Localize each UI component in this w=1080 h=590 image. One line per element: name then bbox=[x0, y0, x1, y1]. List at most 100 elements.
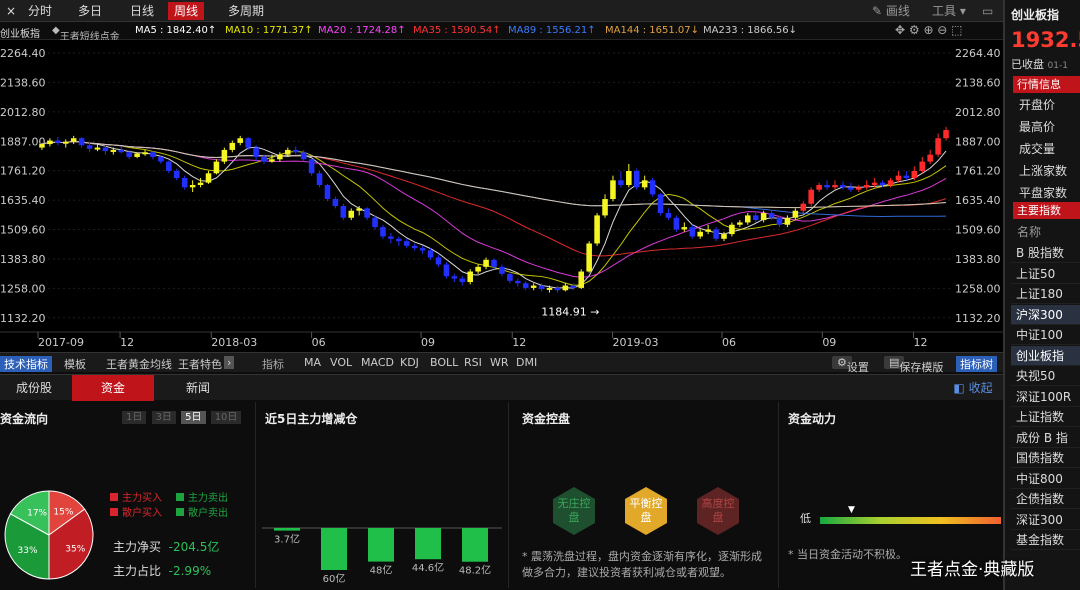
ind-vol[interactable]: VOL bbox=[330, 356, 352, 369]
candle bbox=[403, 241, 410, 246]
index-list-item[interactable]: 沪深300 bbox=[1011, 304, 1080, 325]
indicator-selector[interactable]: ◆ 王者短线点金 bbox=[52, 25, 120, 43]
ind-kdj[interactable]: KDJ bbox=[400, 356, 419, 369]
candle bbox=[641, 180, 648, 188]
period-1d[interactable]: 1日 bbox=[122, 411, 147, 424]
main-5day-bar-label: 44.6亿 bbox=[412, 561, 444, 574]
collapse-button[interactable]: ◧ 收起 bbox=[946, 375, 1000, 401]
tab-multiday[interactable]: 多日 bbox=[72, 2, 108, 20]
index-list-item[interactable]: 央视50 bbox=[1011, 366, 1080, 386]
section-main-indexes[interactable]: 主要指数 bbox=[1013, 202, 1080, 219]
save-template-button[interactable]: ▤ 保存模版 bbox=[884, 356, 943, 374]
main-5day-bar bbox=[415, 528, 441, 560]
tab-news[interactable]: 新闻 bbox=[158, 375, 238, 401]
info-volume: 成交量 bbox=[1019, 142, 1056, 156]
tab-constituents[interactable]: 成份股 bbox=[0, 375, 68, 401]
legend-item: 主力卖出 bbox=[176, 491, 228, 506]
indicator-bar: 技术指标 模板 王者黄金均线 王者特色 › 指标 MA VOL MACD KDJ… bbox=[0, 352, 1003, 374]
ind-ma[interactable]: MA bbox=[304, 356, 321, 369]
candle bbox=[110, 149, 117, 152]
net-buy-row: 主力净买 -204.5亿 bbox=[113, 540, 220, 554]
draw-line-button[interactable]: ✎ 画线 bbox=[866, 2, 916, 20]
kline-chart[interactable]: 2264.40 2264.40 2138.60 2138.60 2012.80 2012.… bbox=[0, 40, 1003, 352]
list-header: 名称 bbox=[1017, 225, 1042, 239]
divider bbox=[778, 402, 779, 588]
tab-daily[interactable]: 日线 bbox=[124, 2, 160, 20]
candle bbox=[871, 182, 878, 185]
ma-line bbox=[41, 140, 947, 217]
candle bbox=[55, 140, 61, 143]
index-list-item[interactable]: B 股指数 bbox=[1011, 243, 1080, 263]
more-arrow-icon[interactable]: › bbox=[224, 356, 235, 369]
ma89-label: MA89 : 1556.21↑ bbox=[508, 25, 596, 36]
index-list-item[interactable]: 深证300 bbox=[1011, 510, 1080, 530]
index-list-item[interactable]: 国债指数 bbox=[1011, 448, 1080, 468]
fund-pie-chart: 15% 35% 33% 17% bbox=[4, 490, 94, 580]
index-list-item[interactable]: 上证指数 bbox=[1011, 407, 1080, 427]
tab-multiperiod[interactable]: 多周期 bbox=[222, 2, 270, 20]
index-list-item[interactable]: 企债指数 bbox=[1011, 489, 1080, 509]
candle bbox=[824, 185, 830, 188]
index-list-item[interactable]: 深证100R bbox=[1011, 387, 1080, 407]
index-list-item[interactable]: 中证100 bbox=[1011, 325, 1080, 345]
tab-capital[interactable]: 资金 bbox=[72, 375, 154, 401]
index-list-item[interactable]: 上证180 bbox=[1011, 284, 1080, 304]
index-list-item[interactable]: 创业板指 bbox=[1011, 345, 1080, 366]
section-quote-info[interactable]: 行情信息 bbox=[1013, 76, 1080, 93]
candle bbox=[705, 229, 711, 232]
momentum-gauge bbox=[820, 517, 1001, 524]
tech-indicator-button[interactable]: 技术指标 bbox=[0, 356, 52, 372]
index-list-item[interactable]: 中证800 bbox=[1011, 469, 1080, 489]
index-list-item[interactable]: 上证50 bbox=[1011, 264, 1080, 284]
candle bbox=[126, 152, 132, 157]
y-tick-right: 1635.40 bbox=[955, 194, 1001, 207]
candle bbox=[586, 243, 592, 272]
ind-boll[interactable]: BOLL bbox=[430, 356, 458, 369]
template-button[interactable]: 模板 bbox=[64, 356, 86, 372]
candle bbox=[618, 180, 624, 185]
legend-item: 散户买入 bbox=[110, 506, 162, 521]
tab-minute[interactable]: 分时 bbox=[22, 2, 58, 20]
candle bbox=[300, 152, 307, 160]
info-high: 最高价 bbox=[1019, 120, 1056, 134]
x-tick-label: 2018-03 bbox=[211, 336, 257, 349]
period-3d[interactable]: 3日 bbox=[151, 411, 176, 424]
y-tick-left: 2264.40 bbox=[0, 47, 46, 60]
minimize-icon[interactable]: ▭ bbox=[976, 2, 999, 20]
y-tick-left: 1383.80 bbox=[0, 253, 46, 266]
chart-tool-icons[interactable]: ✥ ⚙ ⊕ ⊖ ⬚ bbox=[895, 23, 963, 37]
ind-macd[interactable]: MACD bbox=[361, 356, 394, 369]
main-5day-bar-label: 48亿 bbox=[370, 564, 393, 577]
candle bbox=[768, 213, 775, 218]
ind-rsi[interactable]: RSI bbox=[464, 356, 482, 369]
candle bbox=[760, 213, 767, 221]
index-list-item[interactable]: 成份 B 指 bbox=[1011, 428, 1080, 448]
legend-item: 散户卖出 bbox=[176, 506, 228, 521]
candle bbox=[729, 224, 735, 235]
period-10d[interactable]: 10日 bbox=[210, 411, 242, 424]
settings-button[interactable]: ⚙ 设置 bbox=[832, 356, 869, 374]
tools-button[interactable]: 工具 ▾ bbox=[926, 2, 972, 20]
y-tick-right: 1761.20 bbox=[955, 165, 1001, 178]
gold-ma-button[interactable]: 王者黄金均线 bbox=[106, 356, 172, 372]
candle bbox=[927, 154, 933, 162]
tab-weekly[interactable]: 周线 bbox=[168, 2, 205, 20]
candle bbox=[443, 264, 450, 277]
close-icon[interactable]: × bbox=[0, 2, 22, 20]
ind-dmi[interactable]: DMI bbox=[516, 356, 537, 369]
y-tick-right: 1887.00 bbox=[955, 135, 1001, 148]
candle bbox=[784, 217, 791, 225]
y-tick-left: 1132.20 bbox=[0, 312, 46, 325]
special-button[interactable]: 王者特色 bbox=[178, 356, 222, 372]
period-5d[interactable]: 5日 bbox=[181, 411, 206, 424]
candle bbox=[467, 271, 473, 283]
kline-svg: 2264.40 2264.40 2138.60 2138.60 2012.80 2012.… bbox=[0, 47, 1003, 349]
indicator-tree-button[interactable]: 指标树 bbox=[956, 356, 997, 372]
indicator-label: 指标 bbox=[262, 358, 284, 371]
main-5day-bar bbox=[462, 528, 488, 562]
main-5day-bar bbox=[368, 528, 394, 562]
candle bbox=[522, 283, 529, 288]
index-list-item[interactable]: 基金指数 bbox=[1011, 530, 1080, 550]
y-tick-left: 1887.00 bbox=[0, 135, 46, 148]
ind-wr[interactable]: WR bbox=[490, 356, 509, 369]
